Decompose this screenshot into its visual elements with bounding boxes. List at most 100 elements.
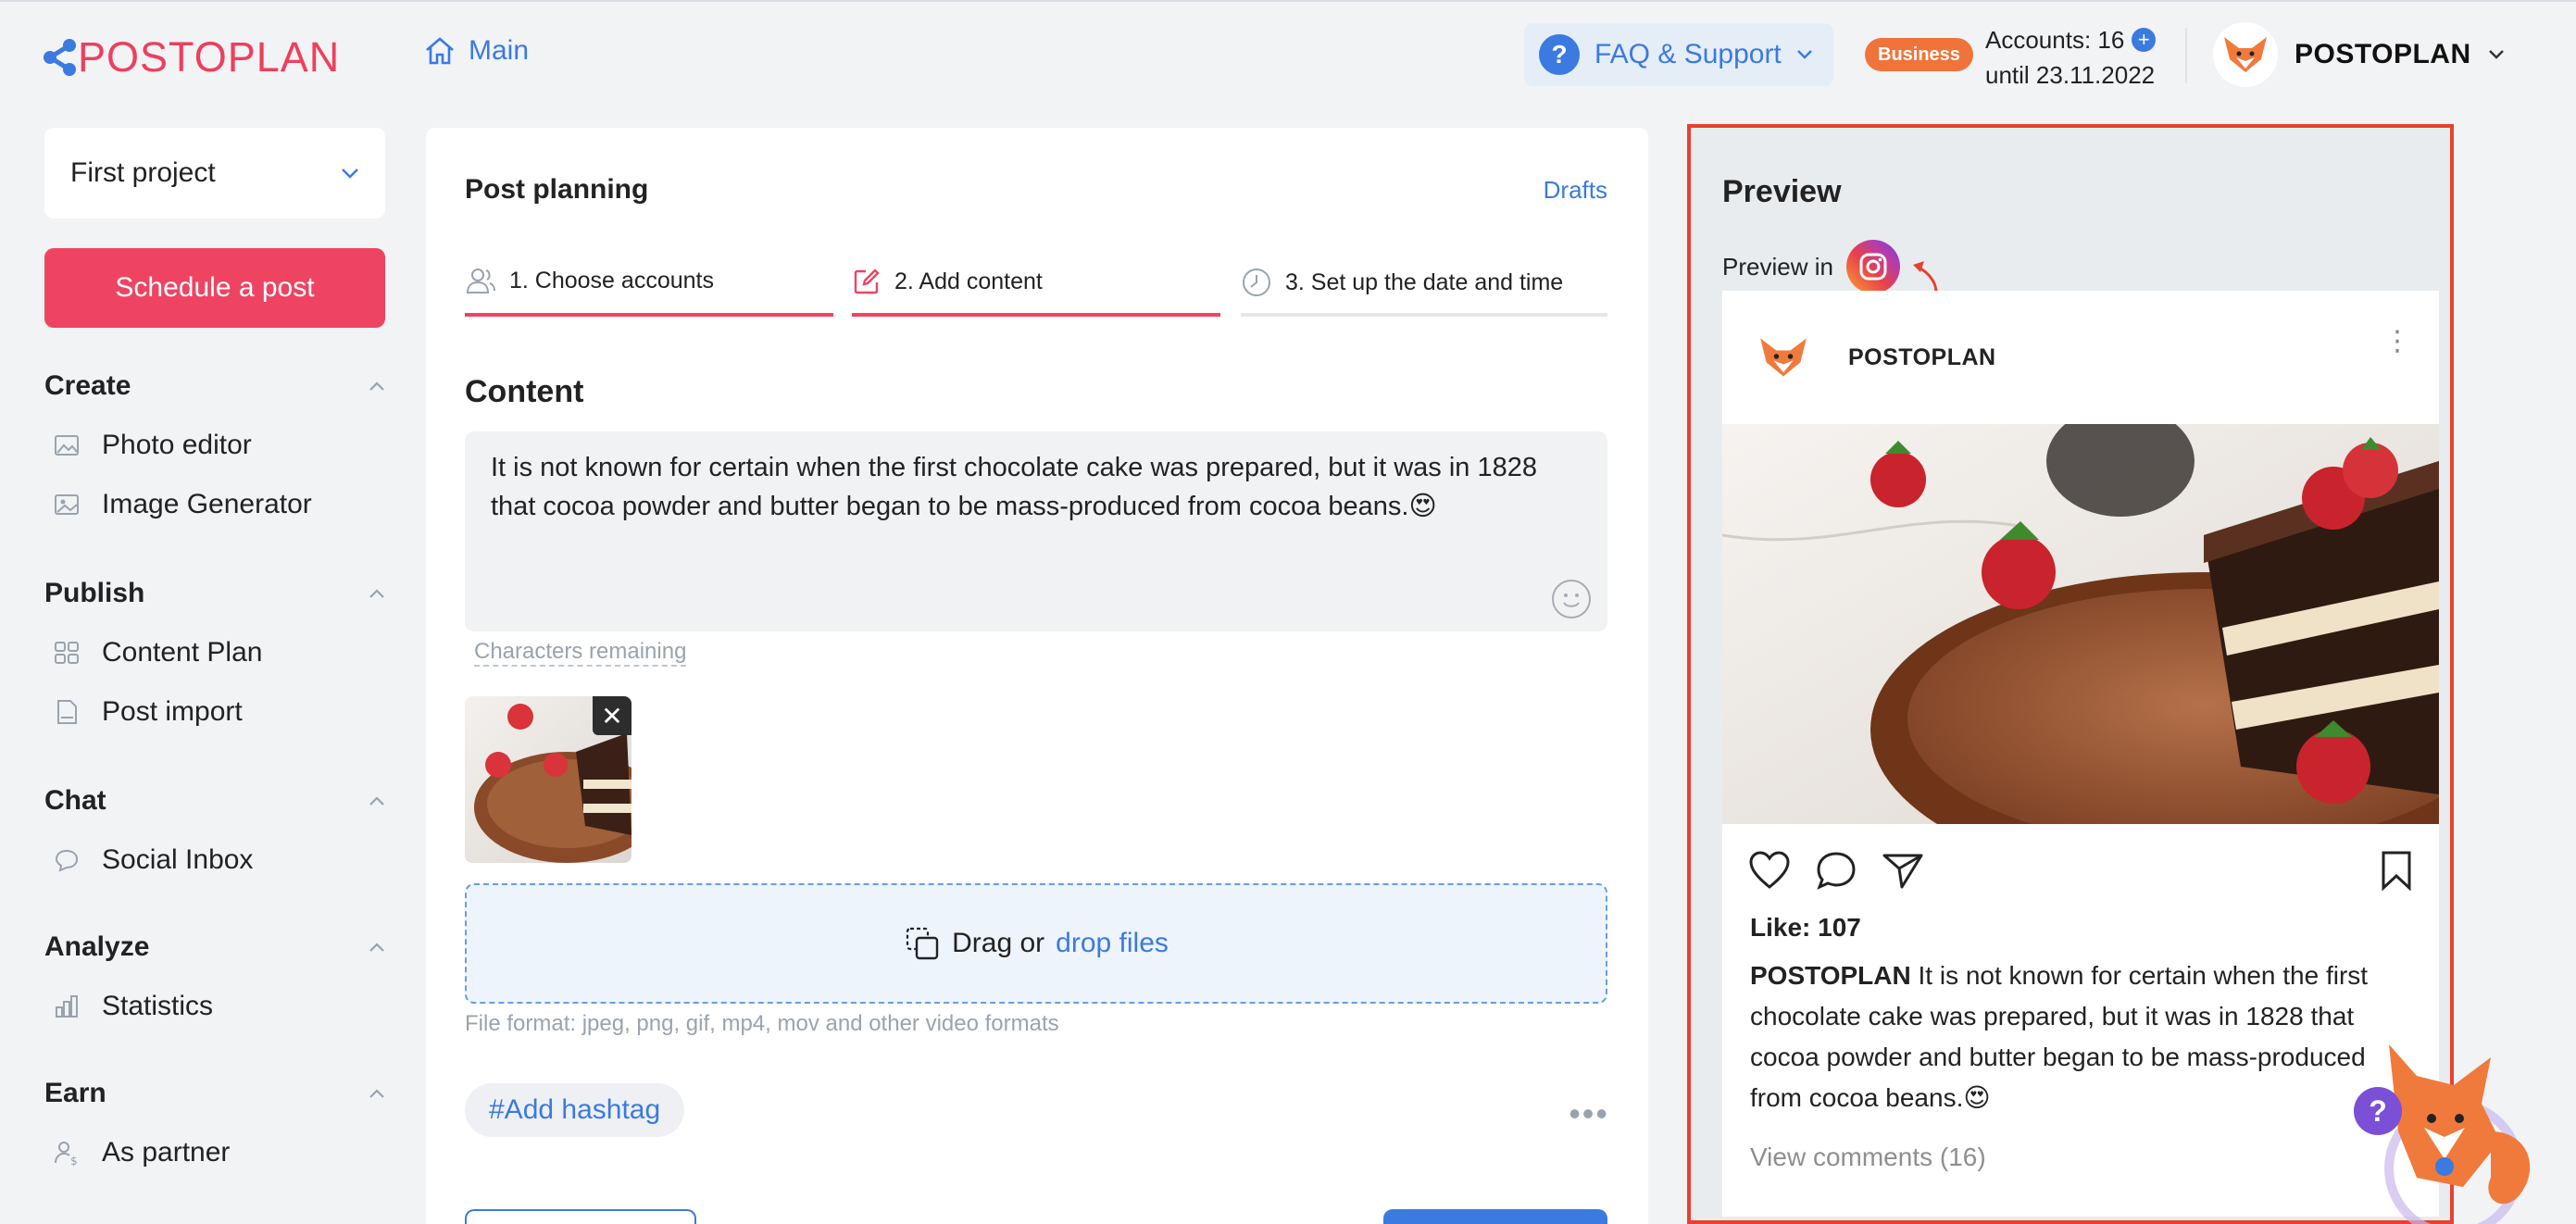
share-logo-icon bbox=[44, 39, 76, 76]
section-analyze[interactable]: Analyze bbox=[44, 931, 385, 963]
user-menu[interactable]: POSTOPLAN bbox=[2213, 22, 2505, 87]
photo-edit-icon bbox=[52, 431, 81, 460]
more-options-icon[interactable]: ••• bbox=[1569, 1094, 1609, 1133]
drag-drop-icon bbox=[907, 927, 939, 960]
step-add-content[interactable]: 2. Add content bbox=[852, 267, 1043, 296]
sidebar-item-social-inbox[interactable]: Social Inbox bbox=[52, 844, 253, 876]
step-progress-line bbox=[852, 313, 1220, 317]
divider bbox=[2185, 28, 2187, 83]
instagram-post-card: POSTOPLAN ⋮ Like: 107 POSTOPLAN It is no… bbox=[1722, 291, 2439, 1217]
sidebar-item-label: Content Plan bbox=[102, 637, 263, 668]
sidebar-item-content-plan[interactable]: Content Plan bbox=[52, 637, 262, 668]
accounts-info: Accounts: 16 + until 23.11.2022 bbox=[1985, 22, 2157, 93]
file-dropzone[interactable]: Drag or drop files bbox=[465, 883, 1607, 1004]
users-icon bbox=[466, 269, 495, 294]
heart-icon[interactable] bbox=[1748, 850, 1791, 891]
drop-text: Drag or bbox=[952, 928, 1045, 958]
sidebar-item-label: Statistics bbox=[102, 991, 214, 1021]
post-actions bbox=[1748, 850, 1924, 891]
top-header: POSTOPLAN Main ? FAQ & Support Business … bbox=[0, 0, 2576, 109]
characters-remaining[interactable]: Characters remaining bbox=[474, 639, 687, 667]
section-title: Create bbox=[44, 370, 131, 401]
sidebar-item-label: As partner bbox=[102, 1137, 231, 1168]
section-earn[interactable]: Earn bbox=[44, 1078, 385, 1109]
sidebar-item-statistics[interactable]: Statistics bbox=[52, 991, 213, 1022]
avatar bbox=[2213, 22, 2278, 87]
faq-support-button[interactable]: ? FAQ & Support bbox=[1524, 23, 1833, 86]
schedule-post-button[interactable]: Schedule a post bbox=[44, 248, 385, 328]
sidebar-item-as-partner[interactable]: $ As partner bbox=[52, 1137, 230, 1168]
clock-icon bbox=[1243, 269, 1270, 296]
step-label: 2. Add content bbox=[894, 268, 1043, 294]
logo-text: POSTOPLAN bbox=[78, 33, 341, 81]
share-icon[interactable] bbox=[1882, 850, 1924, 891]
step-label: 1. Choose accounts bbox=[509, 267, 714, 294]
partner-icon: $ bbox=[52, 1138, 81, 1168]
question-icon: ? bbox=[1539, 34, 1580, 75]
instagram-icon[interactable] bbox=[1845, 240, 1900, 294]
step-choose-accounts[interactable]: 1. Choose accounts bbox=[465, 267, 714, 294]
logo[interactable]: POSTOPLAN bbox=[43, 33, 340, 81]
primary-action-button[interactable] bbox=[1383, 1209, 1607, 1224]
preview-panel: Preview Preview in POSTOPLAN ⋮ Like: 107… bbox=[1687, 124, 2454, 1224]
post-menu-icon[interactable]: ⋮ bbox=[2383, 328, 2411, 356]
step-date-time[interactable]: 3. Set up the date and time bbox=[1241, 267, 1563, 298]
csv-file-icon bbox=[52, 697, 81, 727]
help-question-icon[interactable]: ? bbox=[2354, 1087, 2402, 1135]
chevron-down-icon bbox=[1796, 50, 1812, 59]
post-text-area[interactable]: It is not known for certain when the fir… bbox=[465, 431, 1607, 631]
comment-icon[interactable] bbox=[1815, 850, 1857, 891]
emoji-icon[interactable] bbox=[1552, 580, 1591, 618]
step-label: 3. Set up the date and time bbox=[1285, 269, 1564, 295]
add-account-icon[interactable]: + bbox=[2132, 28, 2157, 52]
view-comments-link[interactable]: View comments (16) bbox=[1750, 1143, 1986, 1172]
step-progress-line bbox=[465, 313, 833, 317]
section-title: Analyze bbox=[44, 931, 150, 962]
sidebar-item-label: Post import bbox=[102, 696, 243, 727]
sidebar-item-label: Photo editor bbox=[102, 430, 252, 460]
likes-count: Like: 107 bbox=[1750, 913, 1861, 942]
sidebar-item-photo-editor[interactable]: Photo editor bbox=[52, 430, 252, 461]
file-formats-hint: File format: jpeg, png, gif, mp4, mov an… bbox=[465, 1011, 1059, 1036]
faq-label: FAQ & Support bbox=[1594, 39, 1782, 69]
sidebar-item-image-generator[interactable]: Image Generator bbox=[52, 489, 312, 520]
chevron-down-icon bbox=[2488, 50, 2504, 59]
drop-files-link[interactable]: drop files bbox=[1056, 928, 1169, 959]
attached-image-thumbnail[interactable]: ✕ bbox=[465, 696, 631, 863]
grid-icon bbox=[52, 638, 81, 668]
image-icon bbox=[52, 490, 81, 519]
bookmark-icon[interactable] bbox=[2380, 850, 2413, 891]
fox-avatar-icon bbox=[1760, 338, 1807, 377]
add-hashtag-button[interactable]: #Add hashtag bbox=[465, 1083, 685, 1137]
remove-image-icon[interactable]: ✕ bbox=[593, 696, 631, 735]
sidebar-item-label: Social Inbox bbox=[102, 844, 254, 875]
main-link[interactable]: Main bbox=[424, 35, 529, 67]
project-name: First project bbox=[70, 157, 216, 188]
bar-chart-icon bbox=[52, 992, 81, 1021]
section-publish[interactable]: Publish bbox=[44, 578, 385, 609]
project-select[interactable]: First project bbox=[44, 128, 385, 219]
chevron-up-icon bbox=[369, 589, 384, 598]
section-create[interactable]: Create bbox=[44, 370, 385, 402]
secondary-action-button[interactable] bbox=[465, 1209, 696, 1224]
accounts-count: Accounts: 16 bbox=[1985, 26, 2125, 54]
section-title: Publish bbox=[44, 578, 145, 608]
svg-text:$: $ bbox=[70, 1155, 78, 1167]
preview-in-label: Preview in bbox=[1722, 252, 1833, 281]
plan-badge: Business bbox=[1865, 38, 1973, 71]
sidebar-item-label: Image Generator bbox=[102, 489, 312, 519]
post-header: POSTOPLAN bbox=[1722, 291, 2439, 424]
preview-title: Preview bbox=[1722, 174, 1842, 209]
user-name: POSTOPLAN bbox=[2295, 39, 2471, 69]
panel-title: Post planning bbox=[465, 174, 649, 205]
chevron-up-icon bbox=[369, 796, 384, 806]
chevron-up-icon bbox=[369, 943, 384, 952]
drafts-link[interactable]: Drafts bbox=[1544, 176, 1607, 205]
post-text: It is not known for certain when the fir… bbox=[491, 453, 1537, 521]
chat-bubble-icon bbox=[52, 845, 81, 875]
section-chat[interactable]: Chat bbox=[44, 785, 385, 817]
sidebar-item-post-import[interactable]: Post import bbox=[52, 696, 243, 728]
help-mascot[interactable]: ? bbox=[2352, 1039, 2546, 1224]
fox-avatar-icon bbox=[2224, 37, 2267, 72]
post-planning-panel: Post planning Drafts 1. Choose accounts … bbox=[426, 128, 1648, 1224]
